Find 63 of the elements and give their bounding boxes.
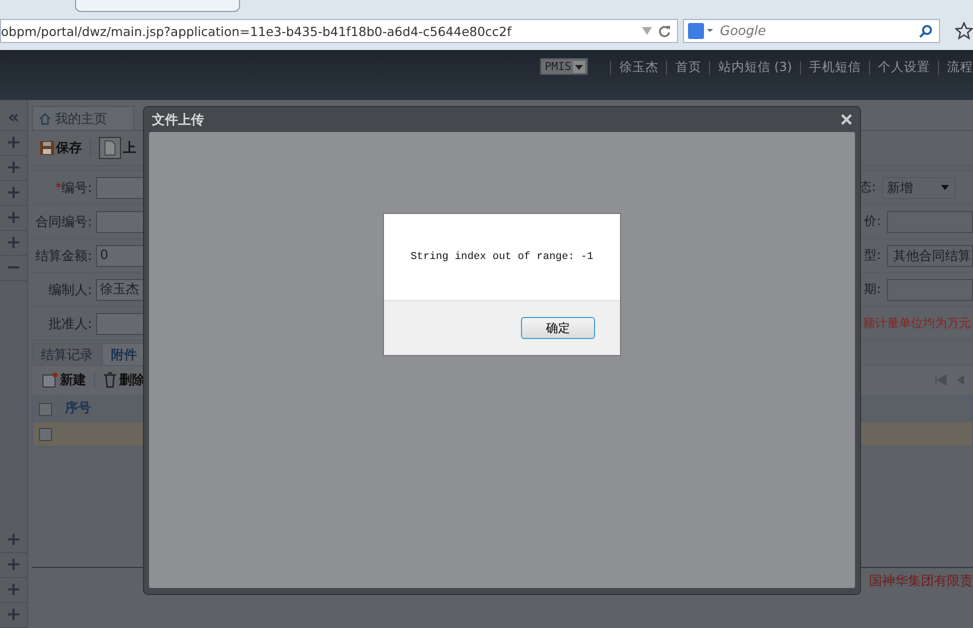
expand-button[interactable]: + [0, 206, 27, 231]
field-label: 结算金额: [36, 248, 92, 264]
column-header: 序号 [58, 397, 91, 421]
unit-note: 额计量单位均为万元 [863, 315, 971, 332]
text-field[interactable] [887, 210, 973, 232]
expand-button[interactable]: + [0, 553, 27, 578]
dropdown-icon[interactable] [642, 27, 652, 35]
search-icon[interactable] [919, 24, 933, 38]
ok-button[interactable]: 确定 [521, 317, 595, 339]
expand-button[interactable]: + [0, 181, 27, 206]
header-link[interactable]: 个人设置 [878, 58, 930, 76]
previous-page-icon[interactable] [955, 374, 965, 386]
collapse-button[interactable]: « [0, 106, 27, 131]
required-marker: * [55, 180, 62, 196]
field-label: 期: [862, 281, 881, 298]
close-icon[interactable] [841, 114, 852, 125]
expand-button[interactable]: + [0, 131, 27, 156]
expand-button[interactable]: + [0, 603, 27, 628]
header-link[interactable]: 流程 [947, 58, 973, 76]
field-label: 编号: [62, 180, 92, 196]
detail-tab[interactable]: 结算记录 [32, 343, 102, 365]
caret-icon [573, 60, 586, 72]
search-field[interactable]: Google [683, 19, 940, 43]
expand-button[interactable]: + [0, 231, 27, 256]
field-label: 型: [862, 247, 881, 264]
first-page-icon[interactable] [935, 374, 947, 386]
bookmark-star-icon[interactable] [955, 22, 973, 40]
trash-icon [103, 372, 117, 388]
text-field[interactable] [887, 278, 973, 300]
text-field[interactable]: 其他合同结算 [887, 244, 973, 266]
home-icon [39, 112, 51, 124]
dialog-title: 文件上传 [152, 112, 204, 128]
footer-text: 国神华集团有限责 [869, 573, 973, 590]
save-button[interactable]: 保存 [40, 139, 82, 157]
expand-button[interactable]: + [0, 528, 27, 553]
browser-tab[interactable] [75, 0, 240, 12]
field-label: 编制人: [48, 282, 92, 298]
detail-tab[interactable]: 附件 [102, 343, 146, 365]
expand-button[interactable]: − [0, 256, 27, 281]
address-bar[interactable]: obpm/portal/dwz/main.jsp?application=11e3-b435-b41f18b0-a6d4-c5644e80cc2f [0, 19, 678, 43]
document-icon [99, 137, 121, 159]
header-link[interactable]: 手机短信 [809, 58, 861, 76]
page-tab[interactable]: 我的主页 [32, 106, 134, 130]
header-link[interactable]: 站内短信 (3) [718, 58, 792, 76]
new-button[interactable]: 新建 [42, 371, 86, 389]
header-link[interactable]: 首页 [675, 58, 702, 76]
caret-icon [941, 185, 949, 190]
field-label: 批准人: [48, 316, 92, 332]
field-label: 价: [862, 213, 881, 230]
reload-icon[interactable] [658, 24, 671, 38]
new-document-icon [42, 372, 58, 388]
error-message: String index out of range: -1 [410, 251, 594, 263]
system-select[interactable]: PMIS [540, 58, 588, 75]
floppy-icon [40, 141, 54, 155]
row-checkbox[interactable] [39, 428, 52, 440]
status-select[interactable]: 新增 [882, 176, 956, 198]
header-link[interactable]: 徐玉杰 [619, 58, 658, 76]
report-button[interactable]: 上 [99, 137, 136, 159]
select-all-checkbox[interactable] [39, 402, 52, 416]
field-label: 合同编号: [36, 214, 92, 230]
expand-button[interactable]: + [0, 156, 27, 181]
expand-button[interactable]: + [0, 578, 27, 603]
url-text: obpm/portal/dwz/main.jsp?application=11e3-b435-b41f18b0-a6d4-c5644e80cc2f [1, 24, 512, 38]
